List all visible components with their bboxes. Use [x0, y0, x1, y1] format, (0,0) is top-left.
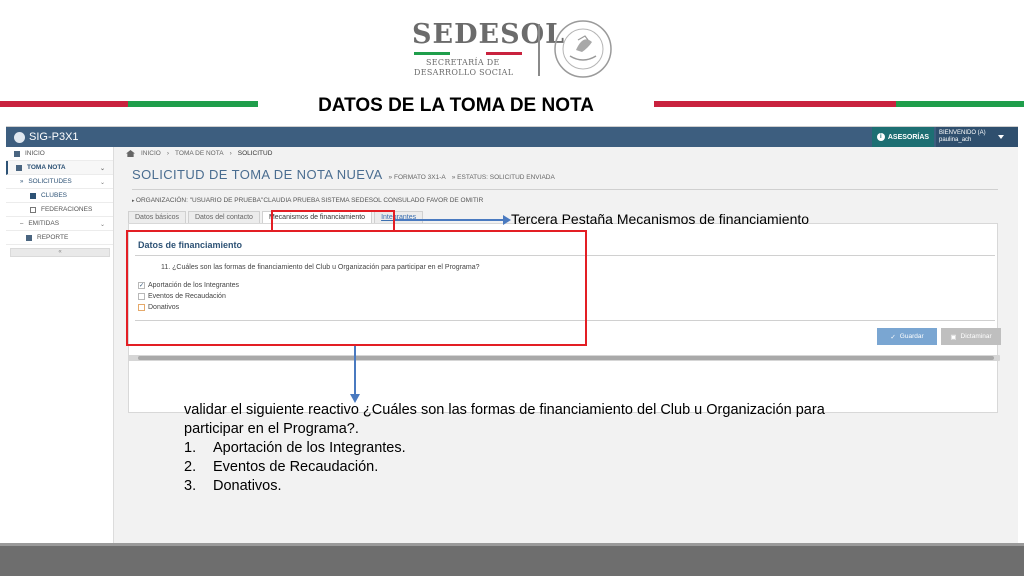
sidebar-item-clubes[interactable]: CLUBES [6, 189, 113, 203]
breadcrumb: INICIO › TOMA DE NOTA › SOLICITUD [126, 150, 272, 157]
logo-separator [538, 24, 540, 76]
heading-status: » ESTATUS: SOLICITUD ENVIADA [451, 174, 555, 181]
highlight-tab-box [271, 210, 395, 232]
dictaminar-button[interactable]: ▣ Dictaminar [941, 328, 1001, 345]
list-item: 3. Donativos. [184, 478, 282, 494]
chevron-down-icon [998, 135, 1004, 139]
page-title: SOLICITUD DE TOMA DE NOTA NUEVA [132, 167, 383, 182]
file-icon [16, 164, 22, 171]
heading-divider [132, 189, 998, 190]
list-item: 2. Eventos de Recaudación. [184, 459, 379, 475]
dictaminar-label: Dictaminar [960, 333, 992, 340]
sidebar-item-label: FEDERACIONES [41, 206, 93, 213]
bullet-icon: – [20, 220, 24, 227]
info-icon: i [876, 133, 885, 141]
organization-text: ORGANIZACIÓN: "USUARIO DE PRUEBA"CLAUDIA… [135, 197, 484, 204]
user-name: paulina_ach [939, 137, 972, 143]
slide-title: DATOS DE LA TOMA DE NOTA [318, 95, 594, 116]
tab-datos-basicos[interactable]: Datos básicos [128, 211, 186, 223]
sidebar-item-label: INICIO [25, 150, 45, 157]
arrow-right-icon [395, 219, 505, 221]
note-line-2: participar en el Programa?. [184, 421, 359, 437]
top-navbar: SIG-P3X1 i ASESORÍAS BIENVENIDO (A) paul… [6, 127, 1018, 147]
chevron-down-icon: ⌄ [99, 222, 105, 228]
bookmark-icon [30, 192, 36, 199]
sidebar-item-label: TOMA NOTA [27, 164, 66, 171]
sidebar: INICIO TOMA NOTA ⌄ » SOLICITUDES ⌄ CLUBE… [6, 147, 114, 547]
home-icon [126, 150, 135, 157]
heading-format: » FORMATO 3X1-A [388, 174, 446, 181]
list-item: 1. Aportación de los Integrantes. [184, 440, 406, 456]
highlight-panel-box [126, 230, 587, 346]
sidebar-item-inicio[interactable]: INICIO [6, 147, 113, 161]
chevron-down-icon: ⌄ [99, 166, 105, 172]
breadcrumb-solicitud: SOLICITUD [237, 150, 273, 157]
sidebar-item-label: SOLICITUDES [28, 178, 72, 185]
arrow-head-right [503, 215, 511, 225]
asesorias-button[interactable]: i ASESORÍAS [872, 127, 934, 147]
check-icon: ✓ [890, 333, 896, 341]
picture-icon [30, 206, 36, 213]
arrow-down-icon [354, 346, 356, 396]
brand-logo-icon [14, 131, 25, 143]
callout-text: Tercera Pestaña Mecanismos de financiami… [511, 211, 810, 227]
sidebar-item-label: REPORTE [37, 234, 69, 241]
logo-title: SEDESOL [412, 19, 566, 50]
sidebar-item-federaciones[interactable]: FEDERACIONES [6, 203, 113, 217]
save-label: Guardar [899, 333, 924, 340]
mexico-seal-icon [554, 20, 612, 78]
sidebar-item-label: CLUBES [41, 192, 68, 199]
logo-color-rule [414, 52, 522, 55]
organization-line: ▸ ORGANIZACIÓN: "USUARIO DE PRUEBA"CLAUD… [132, 197, 483, 204]
brand-label: SIG-P3X1 [29, 131, 79, 143]
instruction-note: validar el siguiente reactivo ¿Cuáles so… [184, 401, 904, 496]
user-greeting: BIENVENIDO (A) [939, 130, 986, 136]
logo-subtitle-2: DESARROLLO SOCIAL [414, 68, 514, 77]
logo-subtitle-1: SECRETARÍA DE [426, 58, 500, 67]
sidebar-item-toma-nota[interactable]: TOMA NOTA ⌄ [6, 161, 113, 175]
brand[interactable]: SIG-P3X1 [14, 129, 79, 145]
title-stripe-left [0, 101, 258, 107]
note-line-1: validar el siguiente reactivo ¿Cuáles so… [184, 402, 825, 418]
home-icon [14, 150, 20, 157]
sidebar-item-emitidas[interactable]: – EMITIDAS ⌄ [6, 217, 113, 231]
lock-icon: ▣ [950, 333, 957, 341]
sidebar-item-label: EMITIDAS [28, 220, 60, 227]
tab-datos-contacto[interactable]: Datos del contacto [187, 211, 260, 223]
bottom-band [0, 546, 1024, 576]
sedesol-logo: SEDESOL SECRETARÍA DE DESARROLLO SOCIAL [412, 19, 566, 78]
breadcrumb-separator: › [166, 150, 170, 157]
breadcrumb-separator: › [229, 150, 232, 157]
sidebar-item-reporte[interactable]: REPORTE [6, 231, 113, 245]
page-heading: SOLICITUD DE TOMA DE NOTA NUEVA » FORMATO… [132, 167, 555, 182]
asesorias-label: ASESORÍAS [887, 133, 930, 141]
sidebar-collapse-button[interactable]: « [10, 248, 110, 257]
breadcrumb-inicio[interactable]: INICIO [141, 150, 161, 157]
scroll-thumb[interactable] [138, 356, 994, 360]
report-icon [26, 234, 32, 241]
slide: SEDESOL SECRETARÍA DE DESARROLLO SOCIAL … [0, 0, 1024, 576]
bullet-icon: » [20, 178, 24, 185]
chevron-down-icon: ⌄ [99, 180, 105, 186]
sidebar-item-solicitudes[interactable]: » SOLICITUDES ⌄ [6, 175, 113, 189]
note-list: 1. Aportación de los Integrantes. 2. Event… [184, 439, 904, 496]
title-stripe-right [654, 101, 1024, 107]
breadcrumb-toma-de-nota[interactable]: TOMA DE NOTA [175, 150, 224, 157]
horizontal-scrollbar[interactable] [128, 355, 1000, 361]
save-button[interactable]: ✓ Guardar [877, 328, 937, 345]
user-menu[interactable]: BIENVENIDO (A) paulina_ach [936, 127, 1018, 147]
